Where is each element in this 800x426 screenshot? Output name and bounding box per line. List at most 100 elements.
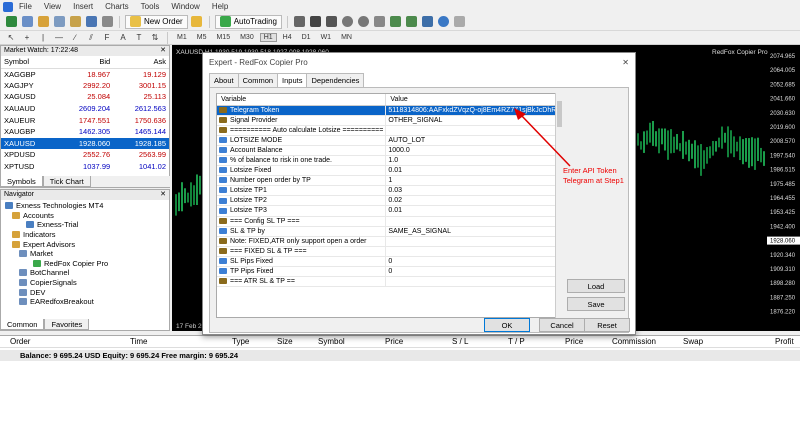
chart-shift-icon[interactable]: [405, 15, 419, 29]
input-row[interactable]: Lotsize TP2 0.02: [217, 195, 560, 207]
candlestick-icon[interactable]: [309, 15, 323, 29]
tab-inputs[interactable]: Inputs: [277, 73, 308, 88]
table-row[interactable]: XPDUSD 2552.76 2563.99: [1, 149, 169, 161]
terminal-column-header[interactable]: Swap: [683, 337, 703, 346]
navigator-item[interactable]: Market: [1, 249, 169, 259]
terminal-column-header[interactable]: S / L: [452, 337, 468, 346]
timeframe-m30[interactable]: M30: [236, 33, 258, 42]
templates-icon[interactable]: [453, 15, 467, 29]
navigator-item[interactable]: Accounts: [1, 211, 169, 221]
table-row[interactable]: XPTUSD 1037.99 1041.02: [1, 161, 169, 173]
terminal-column-header[interactable]: T / P: [508, 337, 525, 346]
navigator-item[interactable]: BotChannel: [1, 268, 169, 278]
table-row[interactable]: XAGJPY 2992.20 3001.15: [1, 80, 169, 92]
load-button[interactable]: Load: [567, 279, 625, 293]
navigator-item[interactable]: Indicators: [1, 230, 169, 240]
menu-insert[interactable]: Insert: [67, 2, 99, 11]
value-cell[interactable]: [385, 276, 560, 288]
tab-tick-chart[interactable]: Tick Chart: [42, 176, 91, 187]
close-icon[interactable]: ✕: [160, 190, 169, 200]
tab-about[interactable]: About: [209, 73, 239, 88]
arrows-icon[interactable]: ⇅: [148, 31, 162, 45]
menu-charts[interactable]: Charts: [99, 2, 135, 11]
terminal-column-header[interactable]: Time: [130, 337, 147, 346]
table-row[interactable]: XAGGBP 18.967 19.129: [1, 68, 169, 80]
input-row[interactable]: TP Pips Fixed 0: [217, 266, 560, 278]
input-row[interactable]: SL Pips Fixed 0: [217, 256, 560, 268]
input-row[interactable]: Lotsize TP1 0.03: [217, 185, 560, 197]
periods-icon[interactable]: [437, 15, 451, 29]
fibonacci-icon[interactable]: F: [100, 31, 114, 45]
navigator-item[interactable]: EARedfoxBreakout: [1, 297, 169, 307]
terminal-column-header[interactable]: Symbol: [318, 337, 345, 346]
close-icon[interactable]: ✕: [160, 46, 169, 56]
input-row[interactable]: Number open order by TP 1: [217, 175, 560, 187]
indicators-icon[interactable]: [421, 15, 435, 29]
tester-icon[interactable]: [100, 15, 114, 29]
save-button[interactable]: Save: [567, 297, 625, 311]
value-cell[interactable]: 0: [385, 256, 560, 268]
autoscroll-icon[interactable]: [389, 15, 403, 29]
input-row[interactable]: === Config SL TP ===: [217, 216, 560, 227]
terminal-column-header[interactable]: Type: [232, 337, 249, 346]
input-row[interactable]: === FIXED SL & TP ===: [217, 246, 560, 257]
reset-button[interactable]: Reset: [584, 318, 630, 332]
input-row[interactable]: Lotsize TP3 0.01: [217, 205, 560, 217]
profiles-icon[interactable]: [20, 15, 34, 29]
timeframe-mn[interactable]: MN: [337, 33, 356, 42]
tab-dependencies[interactable]: Dependencies: [306, 73, 365, 88]
meta-editor-icon[interactable]: [190, 15, 204, 29]
new-order-button[interactable]: New Order: [125, 14, 188, 29]
table-row[interactable]: XAUGBP 1462.305 1465.144: [1, 126, 169, 138]
close-icon[interactable]: ✕: [622, 58, 629, 67]
equidistant-channel-icon[interactable]: ⫽: [84, 31, 98, 45]
ok-button[interactable]: OK: [484, 318, 530, 332]
value-cell[interactable]: 0.01: [385, 205, 560, 217]
table-row-selected[interactable]: XAUUSD 1928.060 1928.185: [1, 137, 169, 150]
cursor-icon[interactable]: ↖: [4, 31, 18, 45]
timeframe-m5[interactable]: M5: [193, 33, 211, 42]
menu-window[interactable]: Window: [165, 2, 205, 11]
menu-tools[interactable]: Tools: [135, 2, 166, 11]
value-cell[interactable]: SAME_AS_SIGNAL: [385, 226, 560, 237]
value-cell[interactable]: 1: [385, 175, 560, 187]
tab-symbols[interactable]: Symbols: [0, 176, 43, 187]
navigator-item[interactable]: RedFox Copier Pro: [1, 259, 169, 269]
menu-help[interactable]: Help: [206, 2, 234, 11]
new-chart-icon[interactable]: [4, 15, 18, 29]
timeframe-d1[interactable]: D1: [298, 33, 315, 42]
menu-view[interactable]: View: [38, 2, 67, 11]
autotrading-button[interactable]: AutoTrading: [214, 14, 282, 29]
tab-favorites[interactable]: Favorites: [44, 319, 90, 330]
symbol-column-header[interactable]: Symbol: [1, 56, 58, 69]
timeframe-m15[interactable]: M15: [212, 33, 234, 42]
timeframe-h1[interactable]: H1: [259, 33, 277, 42]
value-cell[interactable]: 0.02: [385, 195, 560, 207]
zoom-out-icon[interactable]: [357, 15, 371, 29]
timeframe-w1[interactable]: W1: [317, 33, 336, 42]
zoom-in-icon[interactable]: [341, 15, 355, 29]
bid-column-header[interactable]: Bid: [57, 56, 114, 69]
input-row[interactable]: === ATR SL & TP ==: [217, 276, 560, 288]
input-row[interactable]: Note: FIXED,ATR only support open a orde…: [217, 236, 560, 247]
label-icon[interactable]: T: [132, 31, 146, 45]
vertical-line-icon[interactable]: |: [36, 31, 50, 45]
cancel-button[interactable]: Cancel: [539, 318, 585, 332]
table-row[interactable]: XAUEUR 1747.551 1750.636: [1, 114, 169, 126]
tab-common[interactable]: Common: [237, 73, 279, 88]
bar-chart-icon[interactable]: [293, 15, 307, 29]
value-cell[interactable]: 0.03: [385, 185, 560, 197]
terminal-column-header[interactable]: Commission: [612, 337, 656, 346]
input-row[interactable]: SL & TP by SAME_AS_SIGNAL: [217, 226, 560, 237]
value-cell[interactable]: [385, 236, 560, 247]
trendline-icon[interactable]: ∕: [68, 31, 82, 45]
navigator-item[interactable]: Expert Advisors: [1, 239, 169, 249]
horizontal-line-icon[interactable]: —: [52, 31, 66, 45]
ask-column-header[interactable]: Ask: [113, 56, 169, 69]
terminal-icon[interactable]: [84, 15, 98, 29]
value-cell[interactable]: [385, 216, 560, 227]
timeframe-m1[interactable]: M1: [173, 33, 191, 42]
tab-common[interactable]: Common: [0, 319, 45, 330]
tile-windows-icon[interactable]: [373, 15, 387, 29]
terminal-column-header[interactable]: Profit: [775, 337, 794, 346]
